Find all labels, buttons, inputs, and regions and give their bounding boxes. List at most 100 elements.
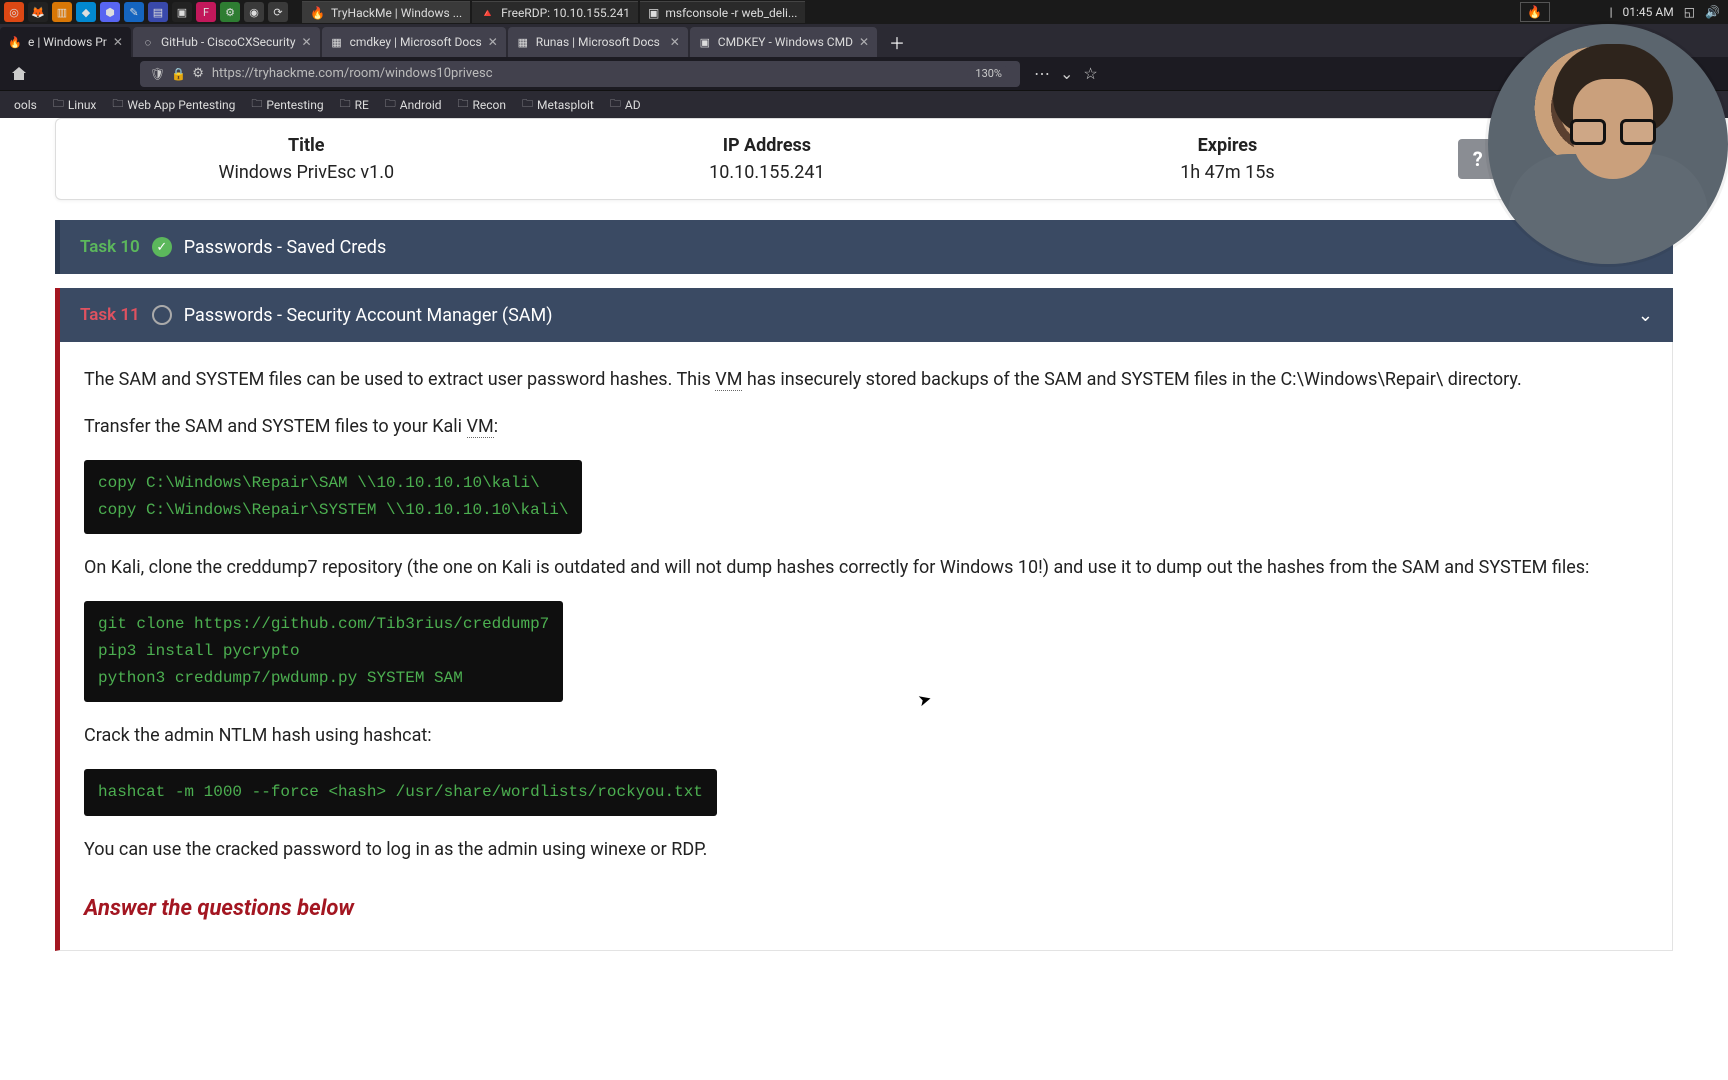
clock[interactable]: 01:45 AM (1623, 5, 1674, 19)
close-icon[interactable]: ✕ (859, 35, 869, 49)
flame-icon: 🔥 (310, 6, 325, 20)
close-icon[interactable]: ✕ (488, 35, 498, 49)
code-block[interactable]: copy C:\Windows\Repair\SAM \\10.10.10.10… (84, 460, 582, 534)
app-icon[interactable]: ✎ (124, 2, 144, 22)
task-button[interactable]: ▣ msfconsole -r web_deli... (640, 1, 806, 23)
bookmark-label: Metasploit (537, 98, 594, 112)
flame-indicator[interactable]: 🔥 (1520, 2, 1550, 22)
app-icon[interactable]: ▣ (172, 2, 192, 22)
circle-icon (152, 305, 172, 325)
browser-tab[interactable]: ▣ CMDKEY - Windows CMD ✕ (690, 27, 877, 57)
app-icon[interactable]: F (196, 2, 216, 22)
folder-icon: 🗀 (522, 95, 533, 114)
bookmark-label: ools (14, 98, 37, 112)
github-icon: ◌ (141, 35, 155, 49)
url-text: https://tryhackme.com/room/windows10priv… (212, 66, 493, 81)
app-icon[interactable]: ⬢ (100, 2, 120, 22)
code-block[interactable]: git clone https://github.com/Tib3rius/cr… (84, 601, 563, 703)
bookmark-folder[interactable]: 🗀 AD (604, 93, 647, 116)
task-button[interactable]: 🔺 FreeRDP: 10.10.155.241 (472, 1, 638, 23)
vm-title-label: Title (76, 135, 537, 156)
folder-icon: 🗀 (251, 95, 262, 114)
url-bar[interactable]: 🛡 🔒 ⚙ https://tryhackme.com/room/windows… (140, 61, 1020, 87)
bookmark-folder[interactable]: 🗀 Linux (47, 93, 103, 116)
app-icon[interactable]: ◎ (4, 2, 24, 22)
zoom-level[interactable]: 130% (967, 66, 1010, 81)
browser-tab[interactable]: ▦ Runas | Microsoft Docs ✕ (508, 27, 688, 57)
paragraph: Transfer the SAM and SYSTEM files to you… (84, 413, 1648, 442)
tab-title: Runas | Microsoft Docs (536, 35, 660, 49)
task-button[interactable]: 🔥 TryHackMe | Windows ... (302, 1, 470, 23)
vm-ip-col: IP Address 10.10.155.241 (537, 135, 998, 183)
bookmark-label: Android (400, 98, 442, 112)
folder-icon: 🗀 (610, 95, 621, 114)
toolbar-actions: ⋯ ⌄ ☆ (1034, 64, 1098, 83)
bookmark-folder[interactable]: 🗀RE (334, 93, 375, 116)
close-icon[interactable]: ✕ (302, 35, 312, 49)
check-icon: ✓ (152, 237, 172, 257)
browser-tab[interactable]: ◌ GitHub - CiscoCXSecurity ✕ (133, 27, 320, 57)
task-number: Task 10 (80, 237, 140, 257)
system-tray: 🔥 | 01:45 AM ◱ 🔊 (1520, 2, 1728, 22)
tab-title: cmdkey | Microsoft Docs (350, 35, 482, 49)
code-block[interactable]: hashcat -m 1000 --force <hash> /usr/shar… (84, 769, 717, 816)
close-icon[interactable]: ✕ (670, 35, 680, 49)
bookmark-folder[interactable]: 🗀 Android (379, 93, 448, 116)
text: The SAM and SYSTEM files can be used to … (84, 369, 715, 390)
divider: | (1610, 5, 1613, 19)
vm-info-card: Title Windows PrivEsc v1.0 IP Address 10… (55, 118, 1673, 200)
launcher-icons: ◎ 🦊 ▥ ◆ ⬢ ✎ ▤ ▣ F ⚙ ◉ ⟳ (0, 2, 292, 22)
star-icon[interactable]: ☆ (1083, 64, 1097, 83)
lock-icon[interactable]: 🔒 (171, 67, 186, 81)
paragraph: On Kali, clone the creddump7 repository … (84, 554, 1648, 583)
app-icon[interactable]: ▤ (148, 2, 168, 22)
page-content: Title Windows PrivEsc v1.0 IP Address 10… (0, 118, 1728, 1080)
app-icon[interactable]: 🦊 (28, 2, 48, 22)
close-icon[interactable]: ✕ (113, 35, 123, 49)
browser-tab[interactable]: 🔥 e | Windows Pr ✕ (0, 27, 131, 57)
browser-tab[interactable]: ▦ cmdkey | Microsoft Docs ✕ (322, 27, 506, 57)
new-tab-button[interactable]: ＋ (879, 27, 915, 57)
app-icon[interactable]: ◆ (76, 2, 96, 22)
folder-icon: 🗀 (53, 95, 64, 114)
bookmark-folder[interactable]: 🗀 Metasploit (516, 93, 600, 116)
bookmark-folder[interactable]: ools (4, 96, 43, 114)
volume-icon[interactable]: 🔊 (1705, 5, 1720, 19)
paragraph: The SAM and SYSTEM files can be used to … (84, 366, 1648, 395)
app-icon[interactable]: ⚙ (220, 2, 240, 22)
taskbar-tasks: 🔥 TryHackMe | Windows ... 🔺 FreeRDP: 10.… (302, 1, 805, 23)
task-header-11[interactable]: Task 11 Passwords - Security Account Man… (55, 288, 1673, 342)
folder-icon: 🗀 (112, 95, 123, 114)
task-label: FreeRDP: 10.10.155.241 (501, 6, 630, 20)
ellipsis-icon[interactable]: ⋯ (1034, 64, 1050, 83)
cmd-icon: ▣ (698, 35, 712, 49)
vm-expires-label: Expires (997, 135, 1458, 156)
task-label: TryHackMe | Windows ... (331, 6, 462, 20)
browser-toolbar: 🛡 🔒 ⚙ https://tryhackme.com/room/windows… (0, 57, 1728, 90)
window-toggle-icon[interactable]: ◱ (1684, 5, 1695, 19)
task-header-10[interactable]: Task 10 ✓ Passwords - Saved Creds (55, 220, 1673, 274)
webcam-overlay (1488, 24, 1728, 264)
pocket-icon[interactable]: ⌄ (1060, 64, 1073, 83)
vm-ip-label: IP Address (537, 135, 998, 156)
vm-ip-value: 10.10.155.241 (537, 162, 998, 183)
task-number: Task 11 (80, 305, 140, 325)
bookmark-label: Linux (68, 98, 97, 112)
freerdp-icon: 🔺 (480, 6, 495, 20)
tab-title: GitHub - CiscoCXSecurity (161, 35, 296, 49)
bookmark-folder[interactable]: 🗀Pentesting (245, 93, 329, 116)
folder-icon: 🗀 (385, 95, 396, 114)
app-icon[interactable]: ⟳ (268, 2, 288, 22)
paragraph: Crack the admin NTLM hash using hashcat: (84, 722, 1648, 751)
app-icon[interactable]: ◉ (244, 2, 264, 22)
bookmark-folder[interactable]: 🗀Web App Pentesting (106, 93, 241, 116)
shield-icon[interactable]: 🛡 (150, 67, 165, 81)
system-top-bar: ◎ 🦊 ▥ ◆ ⬢ ✎ ▤ ▣ F ⚙ ◉ ⟳ 🔥 TryHackMe | Wi… (0, 0, 1728, 24)
task-body-11: The SAM and SYSTEM files can be used to … (55, 342, 1673, 951)
app-icon[interactable]: ▥ (52, 2, 72, 22)
bookmark-folder[interactable]: 🗀Recon (452, 93, 513, 116)
permissions-icon[interactable]: ⚙ (192, 66, 204, 81)
home-button[interactable] (6, 61, 32, 87)
bookmark-label: AD (625, 98, 641, 112)
bookmarks-bar: ools 🗀 Linux 🗀Web App Pentesting 🗀Pentest… (0, 90, 1728, 118)
